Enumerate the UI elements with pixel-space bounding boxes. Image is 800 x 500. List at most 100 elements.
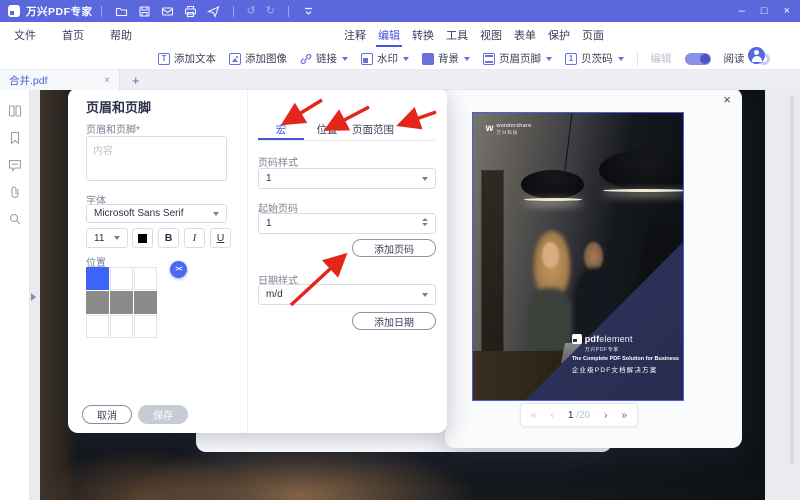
- menu-file[interactable]: 文件: [12, 22, 38, 48]
- menu-home[interactable]: 首页: [60, 22, 86, 48]
- chevron-down-icon: [342, 57, 348, 61]
- date-style-select[interactable]: m/d: [258, 284, 436, 305]
- font-color-button[interactable]: [132, 228, 153, 248]
- print-icon[interactable]: [184, 5, 197, 18]
- position-cell-bottom-right[interactable]: [134, 315, 157, 338]
- collapse-panel-button[interactable]: ><: [170, 261, 187, 278]
- menu-tools[interactable]: 工具: [444, 22, 470, 48]
- pendant-lamp: [521, 170, 584, 199]
- divider: [247, 88, 248, 433]
- save-button[interactable]: 保存: [138, 405, 188, 424]
- page-number-style-select[interactable]: 1: [258, 168, 436, 189]
- edit-read-toggle[interactable]: [685, 53, 711, 65]
- menu-convert[interactable]: 转换: [410, 22, 436, 48]
- search-icon[interactable]: [8, 212, 22, 226]
- prev-page-button[interactable]: ‹: [551, 410, 554, 421]
- add-image-icon: [229, 53, 241, 65]
- background-icon: [422, 53, 434, 65]
- menu-bar: 文件 首页 帮助 注释 编辑 转换 工具 视图 表单 保护 页面: [0, 22, 800, 48]
- menu-protect[interactable]: 保护: [546, 22, 572, 48]
- share-icon[interactable]: [207, 5, 220, 18]
- bold-button[interactable]: B: [158, 228, 179, 248]
- chevron-down-icon: [403, 57, 409, 61]
- menu-help[interactable]: 帮助: [108, 22, 134, 48]
- font-select[interactable]: Microsoft Sans Serif: [86, 204, 227, 223]
- bates-number-button[interactable]: 1 贝茨码: [565, 51, 624, 66]
- menu-view[interactable]: 视图: [478, 22, 504, 48]
- bookmark-icon[interactable]: [8, 131, 22, 145]
- spinner-arrows[interactable]: [422, 218, 428, 226]
- next-page-button[interactable]: ›: [604, 410, 607, 421]
- cancel-button[interactable]: 取消: [82, 405, 132, 424]
- attachment-icon[interactable]: [8, 185, 22, 199]
- tab-page-range[interactable]: 页面范围: [350, 118, 396, 141]
- position-cell-bottom-left[interactable]: [86, 315, 109, 338]
- underline-button[interactable]: U: [210, 228, 231, 248]
- position-cell-top-center[interactable]: [110, 267, 133, 290]
- window-controls: – □ ×: [739, 0, 790, 22]
- position-grid: [86, 267, 157, 338]
- person-woman-face: [542, 242, 559, 268]
- thumbnails-icon[interactable]: [8, 104, 22, 118]
- page-number-style-label: 页码样式: [258, 154, 298, 169]
- app-title: 万兴PDF专家: [26, 4, 93, 19]
- minimize-button[interactable]: –: [739, 6, 745, 17]
- document-tab-bar: 合并.pdf × +: [0, 70, 800, 90]
- background-button[interactable]: 背景: [422, 51, 470, 66]
- maximize-button[interactable]: □: [761, 6, 768, 17]
- header-footer-settings-card: 页眉和页脚 页眉和页脚* 字体 Microsoft Sans Serif 11 …: [68, 88, 447, 433]
- tab-position[interactable]: 位置: [304, 118, 350, 141]
- menu-form[interactable]: 表单: [512, 22, 538, 48]
- edit-mode-label: 编辑: [651, 51, 672, 66]
- close-window-button[interactable]: ×: [784, 6, 790, 17]
- close-tab-icon[interactable]: ×: [104, 75, 110, 86]
- close-preview-icon[interactable]: ×: [723, 92, 731, 107]
- menu-edit-active[interactable]: 编辑: [376, 22, 402, 48]
- divider: [637, 52, 638, 66]
- redo-icon[interactable]: ↻: [266, 6, 275, 17]
- comment-icon[interactable]: [8, 158, 22, 172]
- vertical-scrollbar[interactable]: [790, 96, 794, 464]
- header-footer-button[interactable]: 页眉页脚: [483, 51, 552, 66]
- divider: [258, 140, 436, 141]
- menu-right-group: 注释 编辑 转换 工具 视图 表单 保护 页面: [342, 22, 606, 48]
- new-tab-button[interactable]: +: [127, 71, 145, 90]
- add-page-number-button[interactable]: 添加页码: [352, 239, 436, 257]
- font-size-select[interactable]: 11: [86, 228, 128, 248]
- position-cell-top-left[interactable]: [86, 267, 109, 290]
- chevron-down-icon: [546, 57, 552, 61]
- save-icon[interactable]: [138, 5, 151, 18]
- pdfelement-brand-block: pdfelement 万兴PDF专家 The Complete PDF Solu…: [572, 334, 681, 374]
- bates-number-icon: 1: [565, 53, 577, 65]
- position-cell-middle-right[interactable]: [134, 291, 157, 314]
- position-cell-bottom-center[interactable]: [110, 315, 133, 338]
- email-icon[interactable]: [161, 5, 174, 18]
- menu-comment[interactable]: 注释: [342, 22, 368, 48]
- app-logo-icon: [8, 5, 20, 17]
- collapse-ribbon-icon[interactable]: [302, 5, 315, 18]
- sidebar-expand-handle[interactable]: [31, 293, 36, 301]
- chevron-down-icon: [618, 57, 624, 61]
- first-page-button[interactable]: «: [531, 410, 537, 421]
- watermark-button[interactable]: 水印: [361, 51, 409, 66]
- add-text-button[interactable]: T 添加文本: [158, 51, 216, 66]
- position-cell-middle-center[interactable]: [110, 291, 133, 314]
- divider: [101, 6, 102, 17]
- menu-page[interactable]: 页面: [580, 22, 606, 48]
- panel-title: 页眉和页脚: [86, 97, 151, 116]
- open-folder-icon[interactable]: [115, 5, 128, 18]
- person-man: [584, 242, 603, 271]
- link-button[interactable]: 链接: [300, 51, 348, 66]
- position-cell-top-right[interactable]: [134, 267, 157, 290]
- content-input[interactable]: [86, 136, 227, 181]
- position-cell-middle-left[interactable]: [86, 291, 109, 314]
- add-date-button[interactable]: 添加日期: [352, 312, 436, 330]
- document-tab[interactable]: 合并.pdf ×: [0, 70, 120, 90]
- user-avatar[interactable]: [748, 47, 765, 64]
- italic-button[interactable]: I: [184, 228, 205, 248]
- last-page-button[interactable]: »: [621, 410, 627, 421]
- add-image-button[interactable]: 添加图像: [229, 51, 287, 66]
- undo-icon[interactable]: ↺: [247, 6, 256, 17]
- preview-panel: × w wondershare 万兴科技 pdfelement 万兴: [445, 88, 742, 448]
- start-page-spinner[interactable]: 1: [258, 213, 436, 234]
